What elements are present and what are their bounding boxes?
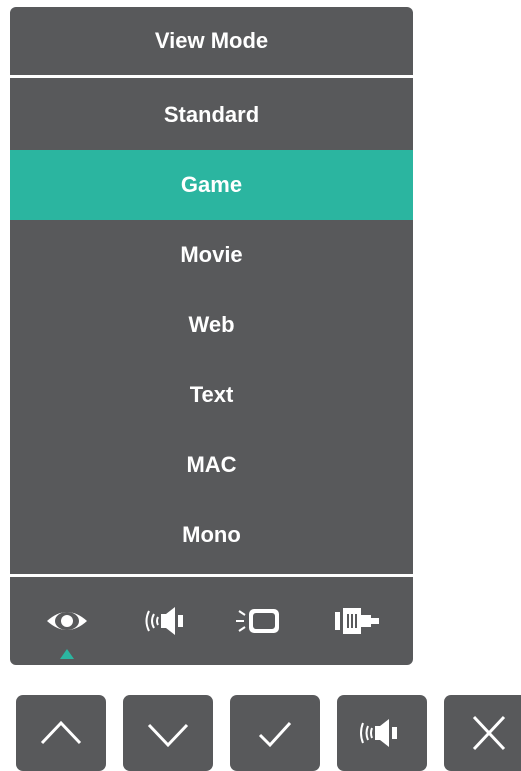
menu-item-standard[interactable]: Standard [10,80,413,150]
chevron-up-icon [40,720,82,745]
menu-item-text[interactable]: Text [10,360,413,430]
audio-key[interactable] [337,695,427,771]
view-mode-list: Standard Game Movie Web Text MAC Mono [10,80,413,570]
confirm-key[interactable] [230,695,320,771]
eye-icon[interactable] [37,599,97,643]
chevron-down-icon [147,723,189,748]
audio-icon[interactable] [133,599,193,643]
up-key[interactable] [16,695,106,771]
menu-title: View Mode [154,28,269,53]
menu-item-web[interactable]: Web [10,290,413,360]
active-tab-indicator [60,649,74,659]
divider [10,574,413,577]
divider [10,75,413,78]
menu-item-movie[interactable]: Movie [10,220,413,290]
input-source-icon[interactable] [327,599,387,643]
screen-settings-icon[interactable] [229,599,289,643]
category-tab-bar [10,583,413,665]
down-key[interactable] [123,695,213,771]
menu-item-game[interactable]: Game [10,150,413,220]
osd-menu-panel: View Mode Standard Game Movie Web Text M… [10,7,413,665]
audio-icon [360,719,397,747]
menu-item-mono[interactable]: Mono [10,500,413,570]
close-icon [472,715,506,751]
checkmark-icon [258,721,292,748]
menu-item-mac[interactable]: MAC [10,430,413,500]
close-key[interactable] [444,695,521,771]
